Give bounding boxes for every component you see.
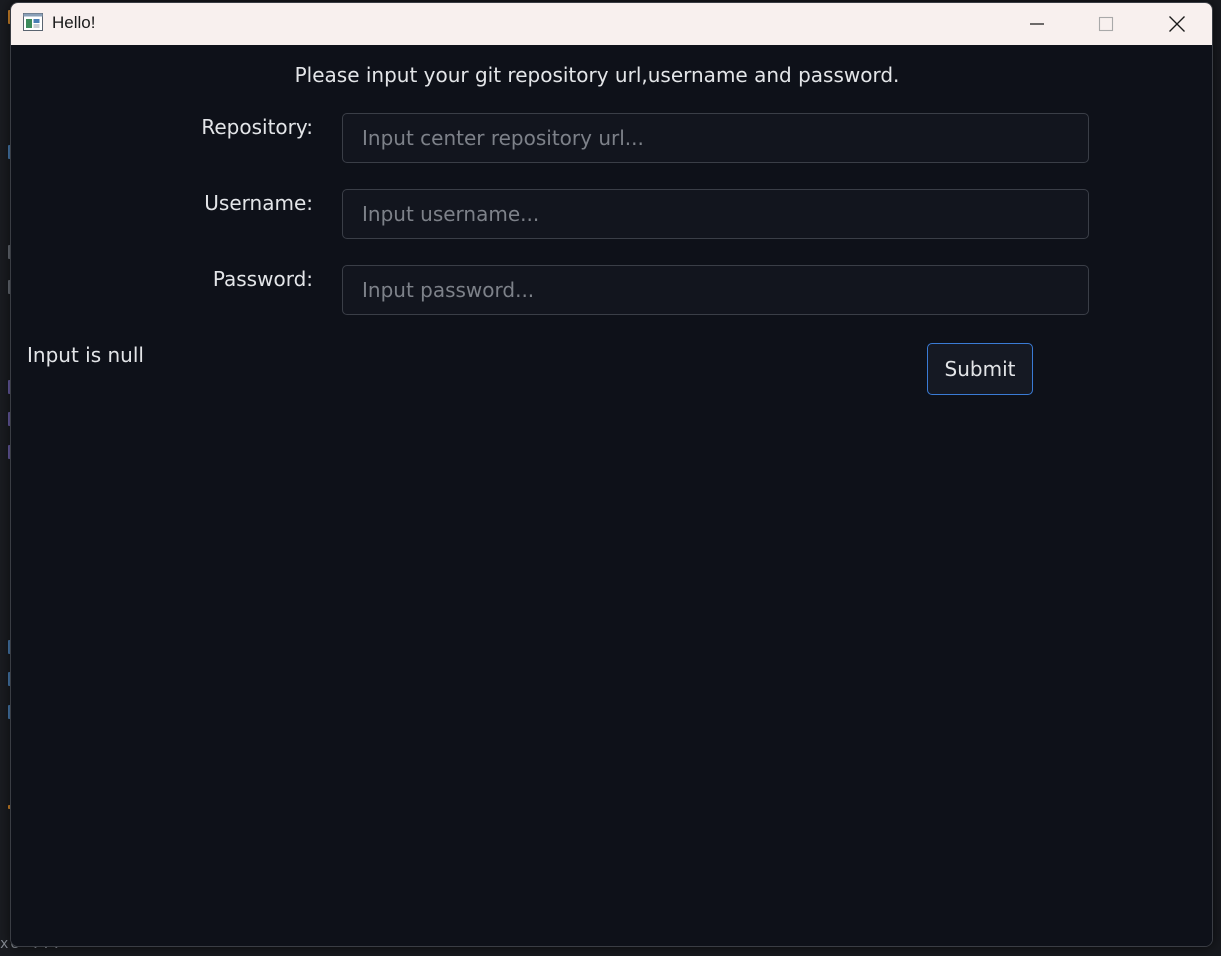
submit-button[interactable]: Submit — [927, 343, 1033, 395]
app-window: Hello! Please input your git repository … — [10, 2, 1213, 947]
username-label: Username: — [204, 191, 313, 215]
password-input[interactable] — [342, 265, 1089, 315]
background-editor-strip — [0, 0, 11, 956]
form-panel: Please input your git repository url,use… — [11, 45, 1212, 946]
status-message: Input is null — [27, 343, 144, 367]
password-label: Password: — [212, 267, 313, 291]
window-title: Hello! — [52, 13, 96, 32]
title-bar[interactable]: Hello! — [11, 3, 1212, 45]
username-input[interactable] — [342, 189, 1089, 239]
close-button[interactable] — [1142, 3, 1212, 45]
maximize-icon — [1098, 16, 1114, 32]
maximize-button[interactable] — [1071, 3, 1141, 45]
minimize-button[interactable] — [1002, 3, 1072, 45]
app-icon — [23, 13, 43, 31]
form-header: Please input your git repository url,use… — [294, 63, 900, 87]
minimize-icon — [1030, 23, 1044, 25]
repository-label: Repository: — [201, 115, 313, 139]
repository-input[interactable] — [342, 113, 1089, 163]
close-icon — [1169, 16, 1185, 32]
